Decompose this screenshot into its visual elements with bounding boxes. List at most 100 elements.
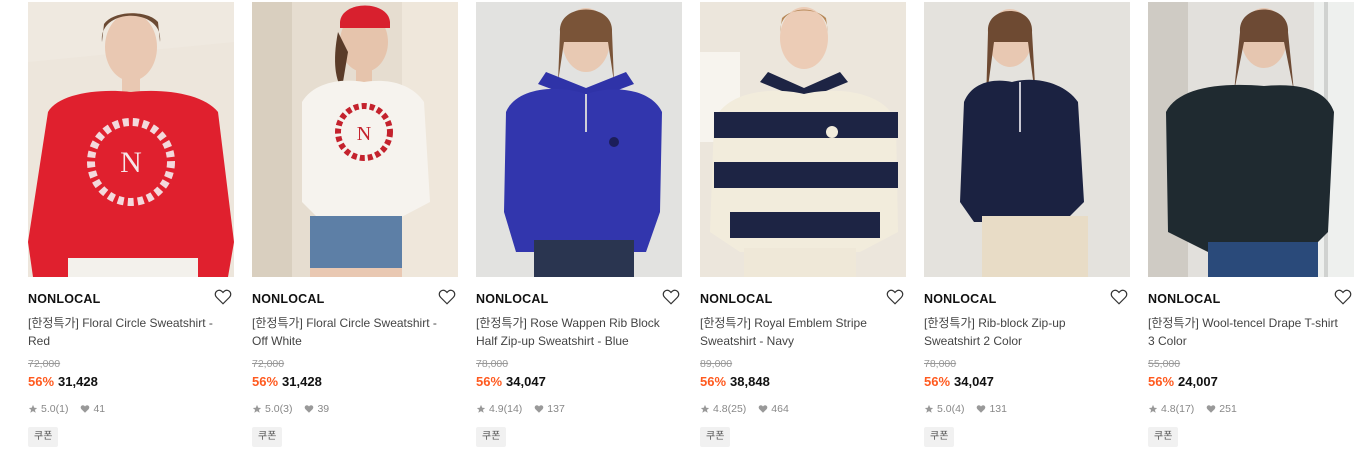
like-count: 137 xyxy=(547,403,565,415)
wishlist-heart-icon[interactable] xyxy=(886,288,904,306)
name-tag: [한정특가] xyxy=(28,316,79,330)
review-count: (17) xyxy=(1175,403,1195,415)
original-price: 72,000 xyxy=(28,358,61,370)
discount-rate: 56% xyxy=(924,374,951,389)
name-line1: Royal Emblem Stripe xyxy=(754,316,867,330)
name-tag: [한정특가] xyxy=(476,316,527,330)
sale-price: 56% 34,047 xyxy=(924,374,994,389)
product-card[interactable]: NONLOCAL [한정특가] Rib-block Zip-up Sweatsh… xyxy=(924,2,1130,462)
discount-rate: 56% xyxy=(476,374,503,389)
product-image[interactable]: N xyxy=(252,2,458,277)
original-price: 78,000 xyxy=(924,358,957,370)
product-card[interactable]: N NONLOCAL [한정특가] Floral Circle Sweatshi… xyxy=(28,2,234,462)
sale-price: 56% 38,848 xyxy=(700,374,770,389)
coupon-badge: 쿠폰 xyxy=(924,427,955,447)
review-count: (25) xyxy=(727,403,747,415)
name-line2: Red xyxy=(28,334,51,348)
rating-value: 4.8 xyxy=(1161,403,1176,415)
price-value: 34,047 xyxy=(954,374,994,389)
star-icon xyxy=(924,404,934,414)
name-line2: Half Zip-up Sweatshirt - Blue xyxy=(476,334,629,348)
price-value: 31,428 xyxy=(282,374,322,389)
brand-name[interactable]: NONLOCAL xyxy=(924,292,996,306)
star-icon xyxy=(28,404,38,414)
product-card[interactable]: N NONLOCAL [한정특가] Floral Circle Sweatshi… xyxy=(252,2,458,462)
product-stats: 5.0 (1) 41 xyxy=(28,403,117,415)
product-stats: 4.9 (14) 137 xyxy=(476,403,577,415)
price-value: 38,848 xyxy=(730,374,770,389)
name-line2: Sweatshirt - Navy xyxy=(700,334,795,348)
like-count: 39 xyxy=(317,403,330,415)
brand-name[interactable]: NONLOCAL xyxy=(28,292,100,306)
product-image[interactable] xyxy=(1148,2,1354,277)
wishlist-heart-icon[interactable] xyxy=(214,288,232,306)
discount-rate: 56% xyxy=(1148,374,1175,389)
brand-name[interactable]: NONLOCAL xyxy=(476,292,548,306)
sale-price: 56% 31,428 xyxy=(28,374,98,389)
rating-value: 5.0 xyxy=(41,403,56,415)
wishlist-heart-icon[interactable] xyxy=(662,288,680,306)
sale-price: 56% 31,428 xyxy=(252,374,322,389)
brand-name[interactable]: NONLOCAL xyxy=(700,292,772,306)
name-tag: [한정특가] xyxy=(700,316,751,330)
heart-filled-icon xyxy=(80,404,90,414)
product-image[interactable] xyxy=(476,2,682,277)
product-card[interactable]: NONLOCAL [한정특가] Rose Wappen Rib Block Ha… xyxy=(476,2,682,462)
review-count: (14) xyxy=(503,403,523,415)
sale-price: 56% 34,047 xyxy=(476,374,546,389)
product-card[interactable]: NONLOCAL [한정특가] Wool-tencel Drape T-shir… xyxy=(1148,2,1354,462)
product-stats: 4.8 (17) 251 xyxy=(1148,403,1249,415)
product-name[interactable]: [한정특가] Rib-block Zip-up Sweatshirt 2 Col… xyxy=(924,314,1130,350)
product-name[interactable]: [한정특가] Floral Circle Sweatshirt - Off Wh… xyxy=(252,314,458,350)
name-line1: Floral Circle Sweatshirt - xyxy=(306,316,437,330)
product-name[interactable]: [한정특가] Floral Circle Sweatshirt - Red xyxy=(28,314,234,350)
original-price: 72,000 xyxy=(252,358,285,370)
review-count: (3) xyxy=(279,403,293,415)
coupon-badge: 쿠폰 xyxy=(1148,427,1179,447)
product-grid: N NONLOCAL [한정특가] Floral Circle Sweatshi… xyxy=(0,0,1360,467)
discount-rate: 56% xyxy=(700,374,727,389)
heart-filled-icon xyxy=(304,404,314,414)
name-tag: [한정특가] xyxy=(924,316,975,330)
star-icon xyxy=(700,404,710,414)
wishlist-heart-icon[interactable] xyxy=(1110,288,1128,306)
price-value: 31,428 xyxy=(58,374,98,389)
name-tag: [한정특가] xyxy=(1148,316,1199,330)
product-name[interactable]: [한정특가] Royal Emblem Stripe Sweatshirt - … xyxy=(700,314,906,350)
wishlist-heart-icon[interactable] xyxy=(1334,288,1352,306)
rating-value: 4.9 xyxy=(489,403,504,415)
original-price: 55,000 xyxy=(1148,358,1181,370)
heart-filled-icon xyxy=(1206,404,1216,414)
product-image[interactable]: N xyxy=(28,2,234,277)
product-image[interactable] xyxy=(700,2,906,277)
review-count: (1) xyxy=(55,403,69,415)
price-value: 24,007 xyxy=(1178,374,1218,389)
rating-value: 4.8 xyxy=(713,403,728,415)
product-name[interactable]: [한정특가] Rose Wappen Rib Block Half Zip-up… xyxy=(476,314,682,350)
coupon-badge: 쿠폰 xyxy=(28,427,59,447)
product-stats: 4.8 (25) 464 xyxy=(700,403,801,415)
name-line1: Wool-tencel Drape T-shirt xyxy=(1202,316,1338,330)
star-icon xyxy=(1148,404,1158,414)
discount-rate: 56% xyxy=(28,374,55,389)
price-value: 34,047 xyxy=(506,374,546,389)
heart-filled-icon xyxy=(534,404,544,414)
wishlist-heart-icon[interactable] xyxy=(438,288,456,306)
heart-filled-icon xyxy=(758,404,768,414)
name-line1: Rose Wappen Rib Block xyxy=(530,316,660,330)
product-stats: 5.0 (4) 131 xyxy=(924,403,1019,415)
like-count: 131 xyxy=(989,403,1007,415)
name-line2: Sweatshirt 2 Color xyxy=(924,334,1023,348)
like-count: 464 xyxy=(771,403,789,415)
brand-name[interactable]: NONLOCAL xyxy=(1148,292,1220,306)
product-image[interactable] xyxy=(924,2,1130,277)
product-card[interactable]: NONLOCAL [한정특가] Royal Emblem Stripe Swea… xyxy=(700,2,906,462)
svg-text:N: N xyxy=(357,123,371,145)
like-count: 41 xyxy=(93,403,106,415)
name-line2: Off White xyxy=(252,334,302,348)
product-name[interactable]: [한정특가] Wool-tencel Drape T-shirt 3 Color xyxy=(1148,314,1354,350)
name-line1: Rib-block Zip-up xyxy=(978,316,1066,330)
svg-text:N: N xyxy=(120,146,142,179)
rating-value: 5.0 xyxy=(265,403,280,415)
brand-name[interactable]: NONLOCAL xyxy=(252,292,324,306)
